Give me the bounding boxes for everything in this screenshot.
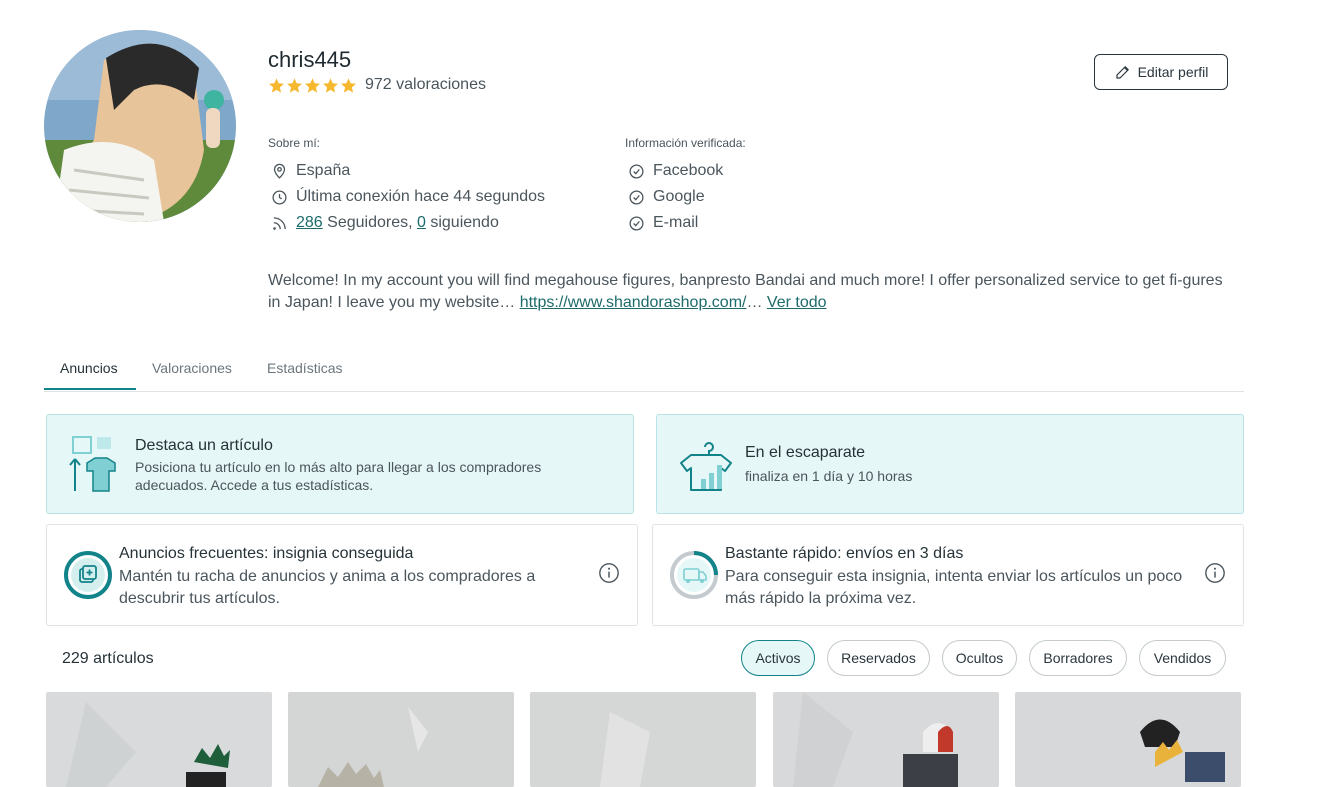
verified-item-facebook: Facebook — [628, 162, 723, 180]
verified-item-label: Google — [653, 188, 705, 205]
followers-row: 286 Seguidores, 0 siguiendo — [271, 214, 499, 232]
showcase-card[interactable]: En el escaparate finaliza en 1 día y 10 … — [656, 414, 1244, 514]
tab-valoraciones[interactable]: Valoraciones — [152, 360, 232, 376]
star-icon — [341, 77, 356, 93]
about-label: Sobre mí: — [268, 136, 321, 150]
shipping-speed-title: Bastante rápido: envíos en 3 días — [725, 545, 964, 562]
frequent-listings-badge-icon — [64, 551, 112, 599]
product-image — [530, 692, 756, 787]
filter-reservados[interactable]: Reservados — [827, 640, 930, 676]
tab-estadisticas[interactable]: Estadísticas — [267, 360, 342, 376]
bio-ellipsis: … — [746, 294, 767, 311]
info-icon[interactable] — [1204, 562, 1226, 584]
location-pin-icon — [273, 163, 286, 179]
frequent-listings-badge-card: Anuncios frecuentes: insignia conseguida… — [46, 524, 638, 626]
shipping-speed-subtitle: Para conseguir esta insignia, intenta en… — [725, 568, 1183, 607]
product-image — [288, 692, 514, 787]
bio-website-link[interactable]: https://www.shandorashop.com/ — [520, 294, 747, 311]
listings-count: 229 artículos — [62, 650, 154, 667]
product-image — [46, 692, 272, 787]
rating-count[interactable]: 972 valoraciones — [365, 76, 486, 94]
star-icon — [323, 77, 338, 93]
frequent-listings-subtitle: Mantén tu racha de anuncios y anima a lo… — [119, 568, 536, 607]
verified-item-label: E-mail — [653, 214, 699, 231]
highlight-item-card[interactable]: Destaca un artículo Posiciona tu artícul… — [46, 414, 634, 514]
shipping-speed-badge-icon — [670, 551, 718, 599]
location-text: España — [296, 162, 351, 179]
filter-activos[interactable]: Activos — [741, 640, 815, 676]
followers-label: Seguidores, — [322, 214, 417, 231]
product-tile[interactable] — [46, 692, 272, 787]
product-tile[interactable] — [1015, 692, 1241, 787]
verified-item-label: Facebook — [653, 162, 724, 179]
clock-icon — [272, 189, 287, 205]
star-icon — [305, 77, 320, 93]
filter-vendidos[interactable]: Vendidos — [1139, 640, 1226, 676]
product-image — [1015, 692, 1241, 787]
tab-anuncios[interactable]: Anuncios — [60, 360, 118, 376]
shipping-speed-badge-card: Bastante rápido: envíos en 3 días Para c… — [652, 524, 1244, 626]
star-icon — [287, 77, 302, 93]
bio: Welcome! In my account you will find meg… — [268, 270, 1233, 314]
edit-profile-button[interactable]: Editar perfil — [1094, 54, 1228, 90]
rating: 972 valoraciones — [268, 76, 486, 94]
info-icon[interactable] — [598, 562, 620, 584]
rss-icon — [273, 216, 286, 230]
product-tile[interactable] — [530, 692, 756, 787]
product-tile[interactable] — [288, 692, 514, 787]
check-circle-icon — [629, 215, 644, 231]
highlight-subtitle: Posiciona tu artículo en lo más alto par… — [135, 459, 542, 493]
location-row: España — [271, 162, 350, 180]
check-circle-icon — [629, 189, 644, 205]
product-image — [773, 692, 999, 787]
star-icon — [269, 77, 284, 93]
bio-see-all-link[interactable]: Ver todo — [767, 294, 827, 311]
avatar-image — [44, 30, 236, 222]
rating-stars — [268, 77, 357, 94]
last-seen-text: Última conexión hace 44 segundos — [296, 188, 546, 205]
profile-tabs: Anuncios Valoraciones Estadísticas — [44, 350, 1244, 392]
edit-profile-label: Editar perfil — [1137, 64, 1209, 80]
showcase-hanger-icon — [680, 442, 732, 491]
highlight-shirt-icon — [69, 436, 116, 492]
showcase-subtitle: finaliza en 1 día y 10 horas — [745, 468, 913, 484]
following-label: siguiendo — [425, 214, 499, 231]
filter-ocultos[interactable]: Ocultos — [942, 640, 1017, 676]
product-tile[interactable] — [773, 692, 999, 787]
showcase-title: En el escaparate — [745, 444, 866, 461]
check-circle-icon — [629, 163, 644, 179]
pencil-icon — [1115, 66, 1129, 79]
username: chris445 — [268, 47, 352, 72]
followers-count-link[interactable]: 286 — [296, 214, 323, 232]
avatar — [44, 30, 236, 222]
highlight-title: Destaca un artículo — [135, 437, 273, 454]
frequent-listings-title: Anuncios frecuentes: insignia conseguida — [119, 545, 414, 562]
active-tab-indicator — [44, 388, 136, 390]
verified-label: Información verificada: — [625, 136, 746, 150]
last-seen-row: Última conexión hace 44 segundos — [271, 188, 545, 206]
filter-borradores[interactable]: Borradores — [1029, 640, 1127, 676]
verified-item-google: Google — [628, 188, 705, 206]
verified-item-email: E-mail — [628, 214, 698, 232]
following-count-link[interactable]: 0 — [417, 214, 426, 232]
